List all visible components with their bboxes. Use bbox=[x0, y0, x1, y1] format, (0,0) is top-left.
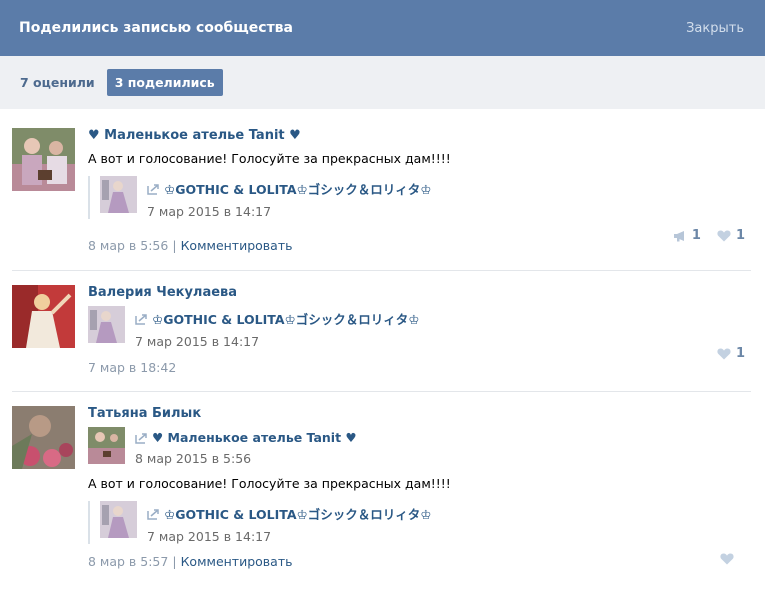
post-meta: 7 мар в 18:42 bbox=[88, 360, 751, 375]
avatar[interactable] bbox=[12, 128, 75, 191]
tab-bar: 7 оценили 3 поделились bbox=[0, 56, 765, 109]
heart-icon bbox=[720, 553, 734, 565]
comment-link[interactable]: Комментировать bbox=[181, 554, 293, 569]
share-icon bbox=[135, 432, 147, 444]
comment-link[interactable]: Комментировать bbox=[181, 238, 293, 253]
post-text: А вот и голосование! Голосуйте за прекра… bbox=[88, 476, 451, 491]
avatar[interactable] bbox=[12, 406, 75, 469]
close-button[interactable]: Закрыть bbox=[686, 21, 744, 36]
like-button[interactable] bbox=[720, 553, 739, 565]
repost-block: ♔GOTHIC & LOLITA♔ゴシック＆ロリィタ♔ 7 мар 2015 в… bbox=[88, 176, 751, 219]
post-text: А вот и голосование! Голосуйте за прекра… bbox=[88, 151, 451, 166]
avatar[interactable] bbox=[12, 285, 75, 348]
share-item: Татьяна Билык ♥ Маленькое ателье Tanit ♥… bbox=[12, 392, 751, 592]
megaphone-icon bbox=[673, 230, 684, 241]
heart-icon bbox=[717, 230, 731, 241]
reposts-count: 1 bbox=[691, 228, 701, 243]
repost-date[interactable]: 7 мар 2015 в 14:17 bbox=[135, 334, 419, 349]
repost-date[interactable]: 8 мар 2015 в 5:56 bbox=[135, 451, 357, 466]
heart-icon bbox=[717, 348, 731, 359]
likes-counter[interactable]: 1 bbox=[717, 346, 745, 361]
share-icon bbox=[147, 183, 159, 195]
reposts-counter[interactable]: 1 bbox=[673, 228, 701, 243]
post-date[interactable]: 8 мар в 5:57 bbox=[88, 554, 168, 569]
modal-header: Поделились записью сообщества Закрыть bbox=[0, 0, 765, 56]
repost-block: ♥ Маленькое ателье Tanit ♥ 8 мар 2015 в … bbox=[88, 427, 751, 466]
repost-source[interactable]: ♔GOTHIC & LOLITA♔ゴシック＆ロリィタ♔ bbox=[164, 179, 431, 198]
post-author[interactable]: Татьяна Билык bbox=[88, 406, 751, 421]
likes-counter[interactable]: 1 bbox=[717, 228, 745, 243]
share-item: Валерия Чекулаева ♔GOTHIC & LOLITA♔ゴシック＆… bbox=[12, 271, 751, 392]
repost-date[interactable]: 7 мар 2015 в 14:17 bbox=[147, 529, 431, 544]
shares-list: ♥ Маленькое ателье Tanit ♥ А вот и голос… bbox=[0, 109, 765, 592]
share-icon bbox=[147, 508, 159, 520]
repost-thumbnail[interactable] bbox=[88, 427, 125, 464]
tab-shared[interactable]: 3 поделились bbox=[106, 69, 223, 96]
share-icon bbox=[135, 313, 147, 325]
repost-source[interactable]: ♔GOTHIC & LOLITA♔ゴシック＆ロリィタ♔ bbox=[164, 504, 431, 523]
separator: | bbox=[172, 554, 177, 569]
post-counters bbox=[704, 553, 739, 565]
post-meta: 8 мар в 5:56 | Комментировать bbox=[88, 238, 751, 253]
post-counters: 1 bbox=[701, 346, 745, 361]
tab-liked[interactable]: 7 оценили bbox=[12, 69, 103, 96]
modal-title: Поделились записью сообщества bbox=[19, 20, 293, 36]
repost-block: ♔GOTHIC & LOLITA♔ゴシック＆ロリィタ♔ 7 мар 2015 в… bbox=[88, 306, 751, 349]
likes-count: 1 bbox=[735, 346, 745, 361]
post-date[interactable]: 7 мар в 18:42 bbox=[88, 360, 176, 375]
post-date[interactable]: 8 мар в 5:56 bbox=[88, 238, 168, 253]
nested-repost-block: ♔GOTHIC & LOLITA♔ゴシック＆ロリィタ♔ 7 мар 2015 в… bbox=[88, 501, 751, 544]
repost-thumbnail[interactable] bbox=[100, 176, 137, 213]
post-counters: 1 1 bbox=[657, 228, 745, 243]
repost-source[interactable]: ♔GOTHIC & LOLITA♔ゴシック＆ロリィタ♔ bbox=[152, 309, 419, 328]
separator: | bbox=[172, 238, 177, 253]
repost-date[interactable]: 7 мар 2015 в 14:17 bbox=[147, 204, 431, 219]
repost-thumbnail[interactable] bbox=[100, 501, 137, 538]
post-author[interactable]: ♥ Маленькое ателье Tanit ♥ bbox=[88, 128, 751, 143]
repost-source[interactable]: ♥ Маленькое ателье Tanit ♥ bbox=[152, 430, 357, 445]
likes-count: 1 bbox=[735, 228, 745, 243]
post-author[interactable]: Валерия Чекулаева bbox=[88, 285, 751, 300]
post-meta: 8 мар в 5:57 | Комментировать bbox=[88, 554, 751, 569]
repost-thumbnail[interactable] bbox=[88, 306, 125, 343]
share-item: ♥ Маленькое ателье Tanit ♥ А вот и голос… bbox=[12, 109, 751, 271]
